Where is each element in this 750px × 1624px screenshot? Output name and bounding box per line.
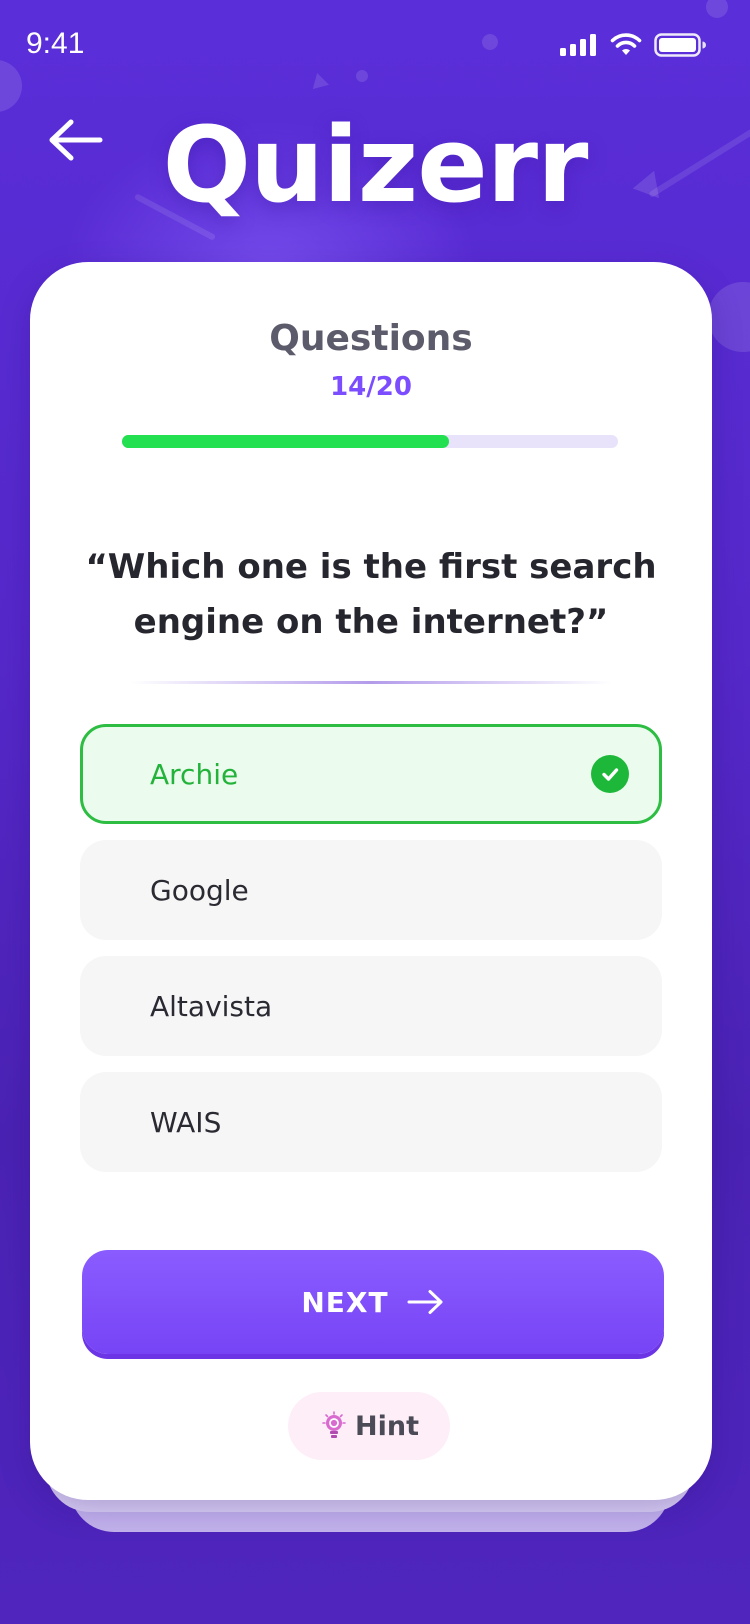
hint-label: Hint bbox=[355, 1410, 419, 1442]
answer-option-archie[interactable]: Archie bbox=[80, 724, 662, 824]
app-title: Quizerr bbox=[162, 104, 589, 226]
wifi-icon bbox=[610, 33, 642, 55]
answer-option-wais[interactable]: WAIS bbox=[80, 1072, 662, 1172]
background-dot bbox=[708, 282, 750, 352]
progress-bar bbox=[122, 435, 618, 448]
questions-heading: Questions bbox=[269, 318, 473, 359]
answer-label: WAIS bbox=[150, 1105, 222, 1139]
next-button[interactable]: NEXT bbox=[82, 1250, 664, 1354]
answer-label: Archie bbox=[150, 757, 239, 791]
cellular-signal-icon bbox=[560, 34, 596, 56]
lightbulb-icon bbox=[322, 1411, 346, 1438]
check-circle-icon bbox=[591, 755, 629, 793]
question-text: “Which one is the first search engine on… bbox=[85, 547, 657, 642]
question-counter: 14/20 bbox=[330, 372, 412, 402]
answer-option-altavista[interactable]: Altavista bbox=[80, 956, 662, 1056]
next-label: NEXT bbox=[301, 1285, 389, 1319]
question-card: Questions 14/20 “Which one is the first … bbox=[30, 262, 712, 1500]
status-time: 9:41 bbox=[26, 27, 85, 60]
answer-label: Altavista bbox=[150, 989, 273, 1023]
status-icons bbox=[560, 33, 706, 57]
answer-option-google[interactable]: Google bbox=[80, 840, 662, 940]
arrow-right-icon bbox=[407, 1290, 443, 1314]
hint-button[interactable]: Hint bbox=[288, 1392, 450, 1460]
battery-icon bbox=[654, 33, 706, 57]
status-bar: 9:41 bbox=[0, 0, 750, 90]
answer-label: Google bbox=[150, 873, 249, 907]
progress-fill bbox=[122, 435, 450, 448]
divider bbox=[130, 681, 612, 684]
